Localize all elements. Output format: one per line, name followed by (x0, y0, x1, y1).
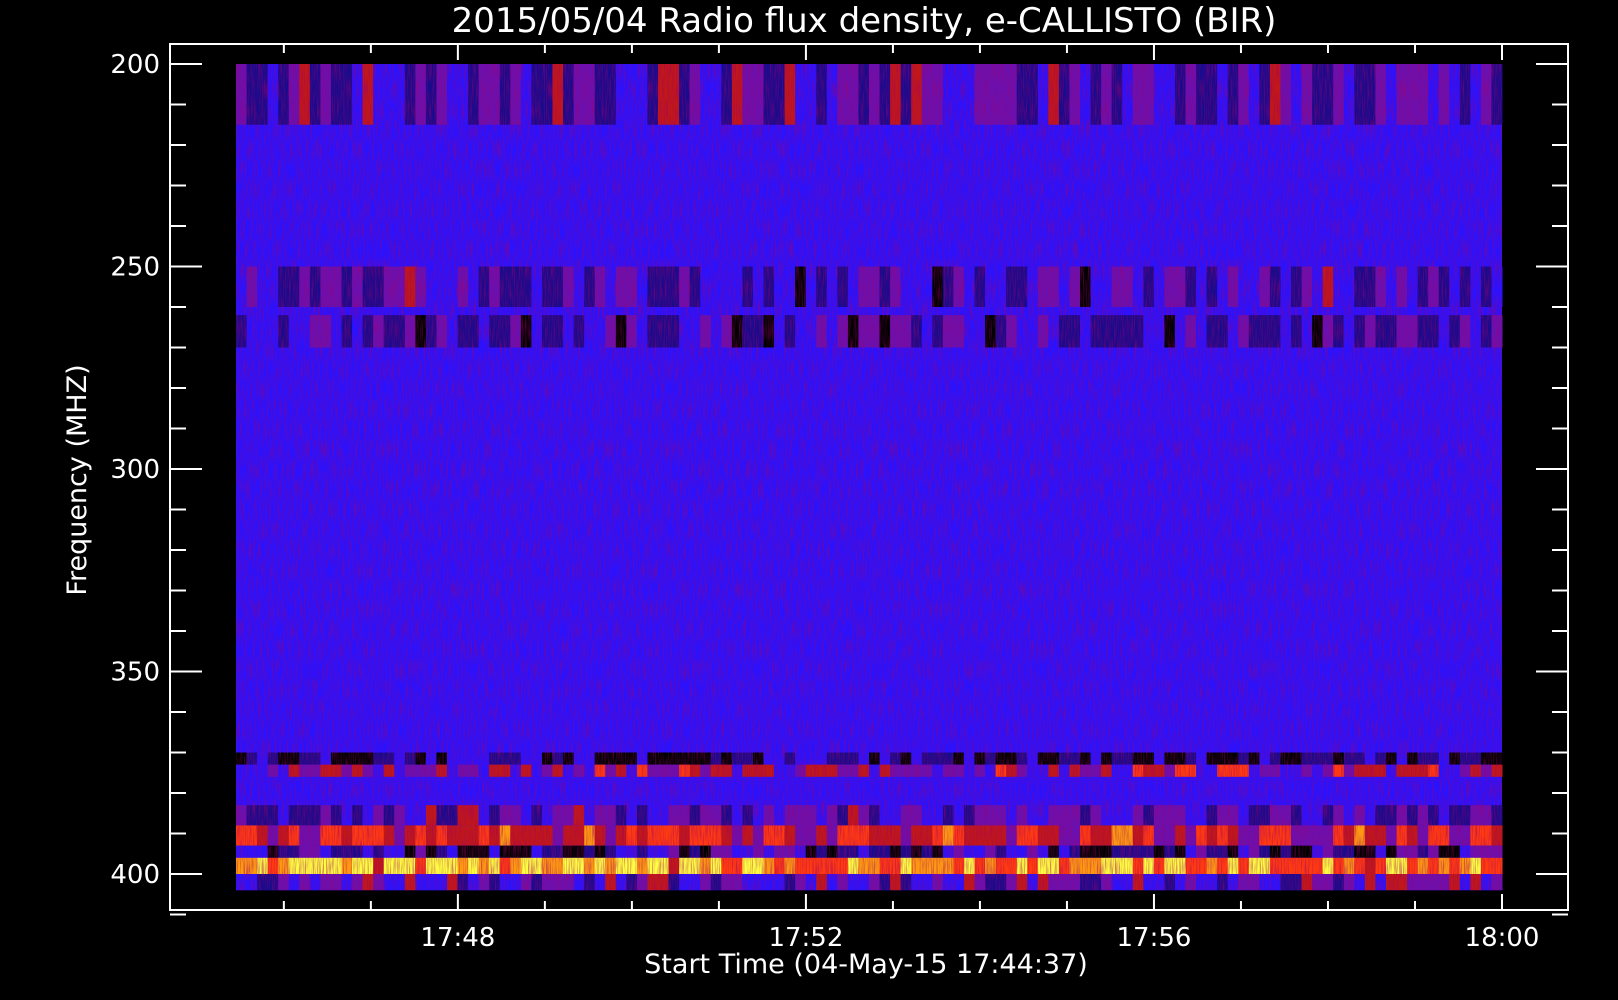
chart-canvas: 2015/05/04 Radio flux density, e-CALLIST… (62, 1, 1569, 980)
spectrogram-chart: 2015/05/04 Radio flux density, e-CALLIST… (0, 0, 1618, 1000)
plot-area (236, 64, 1503, 891)
y-tick-label: 400 (110, 860, 160, 890)
y-tick-label: 200 (110, 50, 160, 80)
y-tick-label: 250 (110, 253, 160, 283)
spectrogram-noise (236, 64, 1502, 891)
x-tick-label: 17:56 (1116, 923, 1191, 953)
y-axis-label: Frequency (MHZ) (62, 364, 93, 595)
x-axis-label: Start Time (04-May-15 17:44:37) (644, 949, 1088, 980)
y-tick-label: 350 (110, 658, 160, 688)
x-tick-label: 18:00 (1465, 923, 1540, 953)
chart-title: 2015/05/04 Radio flux density, e-CALLIST… (452, 1, 1277, 41)
y-tick-label: 300 (110, 455, 160, 485)
x-tick-label: 17:48 (420, 923, 495, 953)
